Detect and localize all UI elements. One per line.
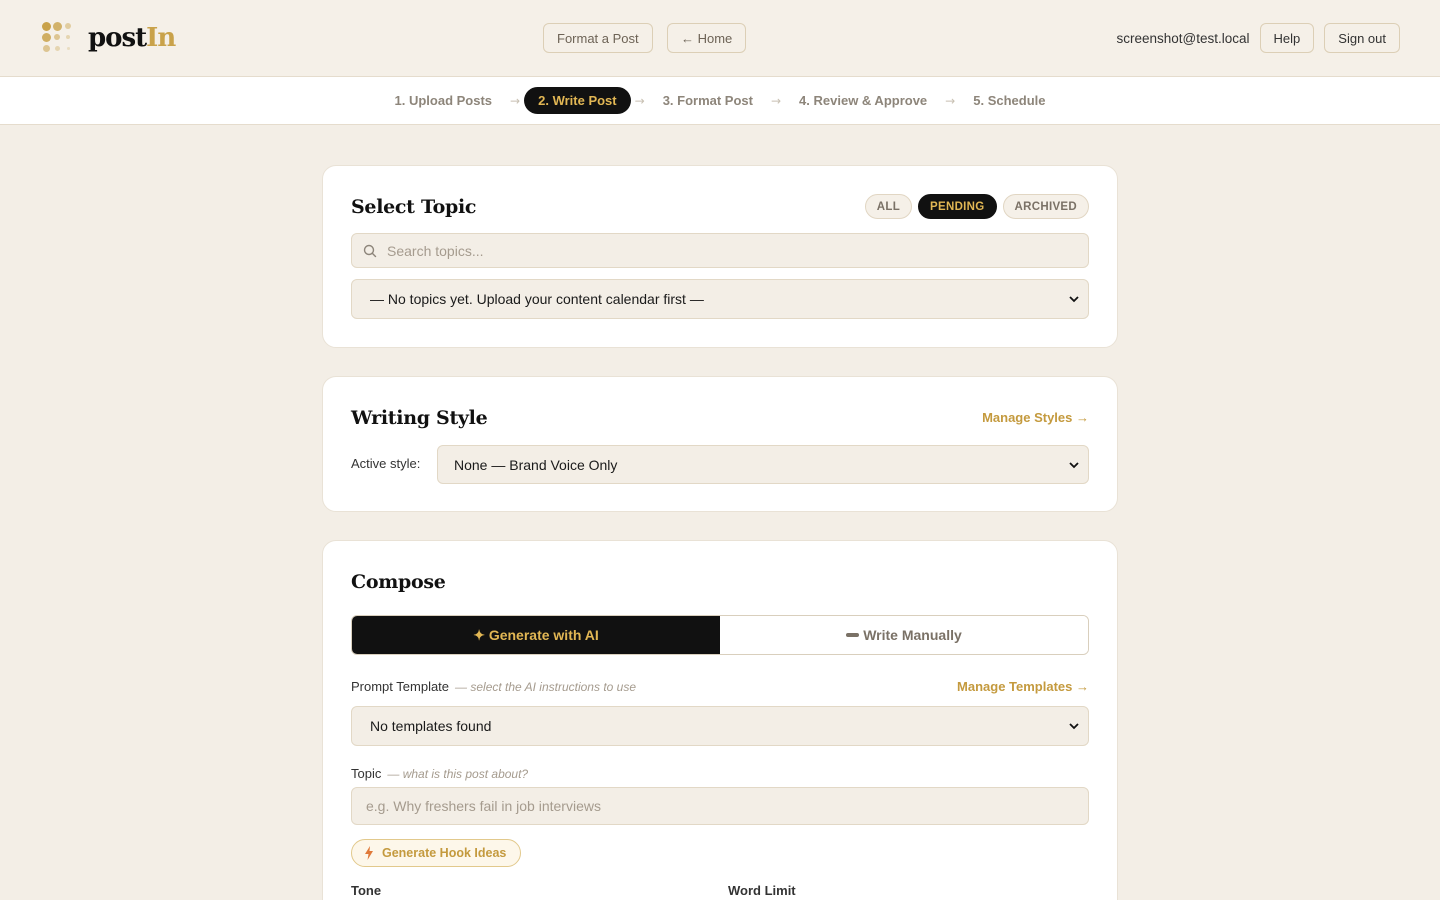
writing-style-select[interactable]: None — Brand Voice Only xyxy=(437,445,1089,484)
user-email: screenshot@test.local xyxy=(1116,30,1250,46)
topic-label-row: Topic — what is this post about? xyxy=(351,766,528,781)
prompt-template-select-value: No templates found xyxy=(370,718,492,734)
writing-style-card: Writing Style Manage Styles → Active sty… xyxy=(322,376,1118,512)
filter-archived[interactable]: ARCHIVED xyxy=(1002,194,1089,219)
active-style-label: Active style: xyxy=(351,456,421,471)
search-placeholder: Search topics... xyxy=(387,242,484,259)
writing-style-title: Writing Style xyxy=(351,407,488,429)
filter-all[interactable]: ALL xyxy=(864,194,913,219)
top-header: postIn Format a Post ← Home screenshot@t… xyxy=(0,0,1440,77)
select-topic-title: Select Topic xyxy=(351,196,477,218)
write-manually-button[interactable]: Write Manually xyxy=(720,616,1088,654)
home-button[interactable]: ← Home xyxy=(667,23,747,53)
logo-wordmark: postIn xyxy=(88,23,176,53)
compose-mode-toggle: ✦ Generate with AI Write Manually xyxy=(351,615,1089,655)
compose-title: Compose xyxy=(351,571,446,593)
tone-label: Tone xyxy=(351,883,382,898)
topic-search-input[interactable]: Search topics... xyxy=(351,233,1089,268)
step-format-post[interactable]: 3. Format Post xyxy=(649,87,767,114)
topic-input[interactable]: e.g. Why freshers fail in job interviews xyxy=(351,787,1089,825)
generate-with-ai-button[interactable]: ✦ Generate with AI xyxy=(352,616,720,654)
topic-hint: — what is this post about? xyxy=(387,767,529,781)
logo[interactable]: postIn xyxy=(42,22,176,54)
step-review-approve[interactable]: 4. Review & Approve xyxy=(785,87,941,114)
help-button[interactable]: Help xyxy=(1259,23,1315,53)
topic-select[interactable]: — No topics yet. Upload your content cal… xyxy=(351,279,1089,319)
sign-out-button[interactable]: Sign out xyxy=(1324,23,1400,53)
select-topic-card: Select Topic ALL PENDING ARCHIVED Search… xyxy=(322,165,1118,348)
prompt-template-label: Prompt Template xyxy=(351,679,450,694)
word-limit-label: Word Limit xyxy=(728,883,796,898)
step-upload-posts[interactable]: 1. Upload Posts xyxy=(381,87,507,114)
format-a-post-button[interactable]: Format a Post xyxy=(543,23,653,53)
chevron-down-icon xyxy=(1068,293,1080,305)
pencil-icon xyxy=(846,633,860,637)
lightning-icon xyxy=(364,846,374,860)
step-arrow: → xyxy=(634,93,645,108)
logo-text-accent: In xyxy=(146,23,176,53)
step-schedule[interactable]: 5. Schedule xyxy=(959,87,1059,114)
topic-select-value: — No topics yet. Upload your content cal… xyxy=(370,291,704,307)
generate-hook-ideas-button[interactable]: Generate Hook Ideas xyxy=(351,839,522,867)
search-icon xyxy=(363,244,377,258)
topic-input-placeholder: e.g. Why freshers fail in job interviews xyxy=(366,798,601,814)
prompt-template-label-row: Prompt Template — select the AI instruct… xyxy=(351,679,636,694)
write-manually-label: Write Manually xyxy=(863,627,962,643)
workflow-stepper: 1. Upload Posts → 2. Write Post → 3. For… xyxy=(0,77,1440,125)
prompt-template-hint: — select the AI instructions to use xyxy=(455,680,637,694)
manage-styles-link[interactable]: Manage Styles → xyxy=(982,410,1089,425)
chevron-down-icon xyxy=(1068,720,1080,732)
topic-label: Topic xyxy=(351,766,382,781)
generate-hook-ideas-label: Generate Hook Ideas xyxy=(382,846,507,860)
writing-style-select-value: None — Brand Voice Only xyxy=(454,456,618,473)
topic-filter-group: ALL PENDING ARCHIVED xyxy=(864,194,1089,219)
filter-pending[interactable]: PENDING xyxy=(918,194,997,219)
step-arrow: → xyxy=(510,93,521,108)
logo-text-main: post xyxy=(88,23,147,53)
user-area: screenshot@test.local Help Sign out xyxy=(1117,23,1400,53)
prompt-template-select[interactable]: No templates found xyxy=(351,706,1089,746)
compose-card: Compose ✦ Generate with AI Write Manuall… xyxy=(322,540,1118,900)
step-write-post[interactable]: 2. Write Post xyxy=(524,87,631,114)
step-arrow: → xyxy=(945,93,956,108)
logo-icon xyxy=(42,22,74,54)
chevron-down-icon xyxy=(1068,459,1080,471)
step-arrow: → xyxy=(770,93,782,108)
manage-templates-link[interactable]: Manage Templates → xyxy=(957,679,1089,694)
